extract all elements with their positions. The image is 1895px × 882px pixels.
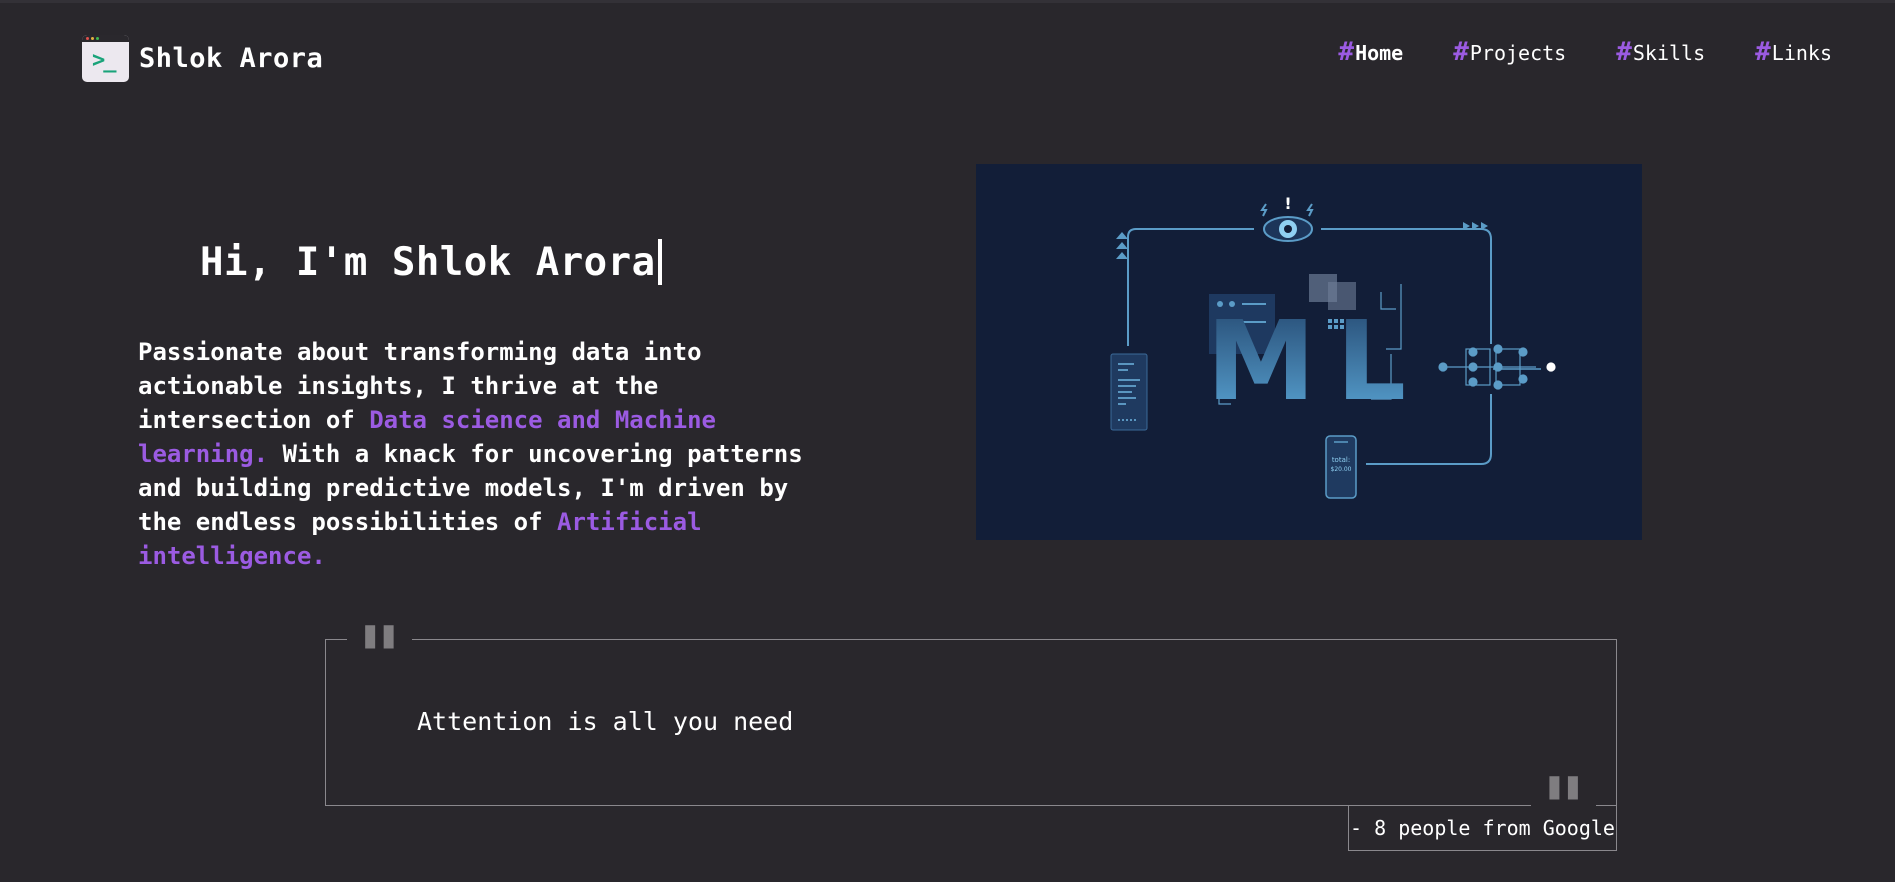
eye-icon: !	[1260, 194, 1314, 242]
logo-link[interactable]: >_ Shlok Arora	[82, 35, 323, 82]
hash-icon: #	[1338, 37, 1355, 67]
nav-label: Home	[1355, 41, 1404, 65]
quote-box: " Attention is all you need "	[325, 624, 1617, 825]
nav-home[interactable]: # Home	[1338, 37, 1403, 67]
flow-lines	[1127, 228, 1541, 465]
hero-description: Passionate about transforming data into …	[138, 335, 818, 573]
nav-skills[interactable]: # Skills	[1616, 37, 1705, 67]
nav-projects[interactable]: # Projects	[1453, 37, 1566, 67]
site-name: Shlok Arora	[139, 43, 324, 74]
nav-label: Skills	[1632, 41, 1706, 65]
ml-illustration: ! M L total: $20.00	[976, 164, 1642, 540]
hash-icon: #	[1453, 37, 1469, 67]
hash-icon: #	[1616, 37, 1632, 67]
nav-links[interactable]: # Links	[1755, 37, 1832, 67]
ml-letters: M L	[1206, 274, 1406, 425]
document-icon	[1110, 353, 1148, 431]
svg-text:!: !	[1284, 194, 1291, 213]
network-icon	[1438, 344, 1556, 390]
quote-author: - 8 people from Google	[1348, 805, 1617, 851]
quote-text: Attention is all you need	[417, 707, 794, 736]
main-nav: # Home # Projects # Skills # Links	[1338, 37, 1832, 67]
open-quote-icon: "	[347, 624, 412, 674]
hash-icon: #	[1755, 37, 1771, 67]
svg-text:$20.00: $20.00	[1331, 466, 1352, 473]
typing-cursor	[657, 239, 662, 285]
phone-icon: total: $20.00	[1325, 435, 1357, 499]
nav-label: Links	[1771, 41, 1832, 65]
svg-text:total:: total:	[1332, 456, 1350, 464]
terminal-icon: >_	[82, 35, 129, 82]
ml-illustration-svg: ! M L total: $20.00	[1110, 194, 1556, 499]
svg-text:M: M	[1206, 297, 1315, 425]
svg-text:L: L	[1336, 297, 1406, 425]
hero-title-text: Hi, I'm Shlok Arora	[200, 239, 656, 285]
hero-title: Hi, I'm Shlok Arora	[200, 239, 662, 285]
nav-label: Projects	[1469, 41, 1567, 65]
